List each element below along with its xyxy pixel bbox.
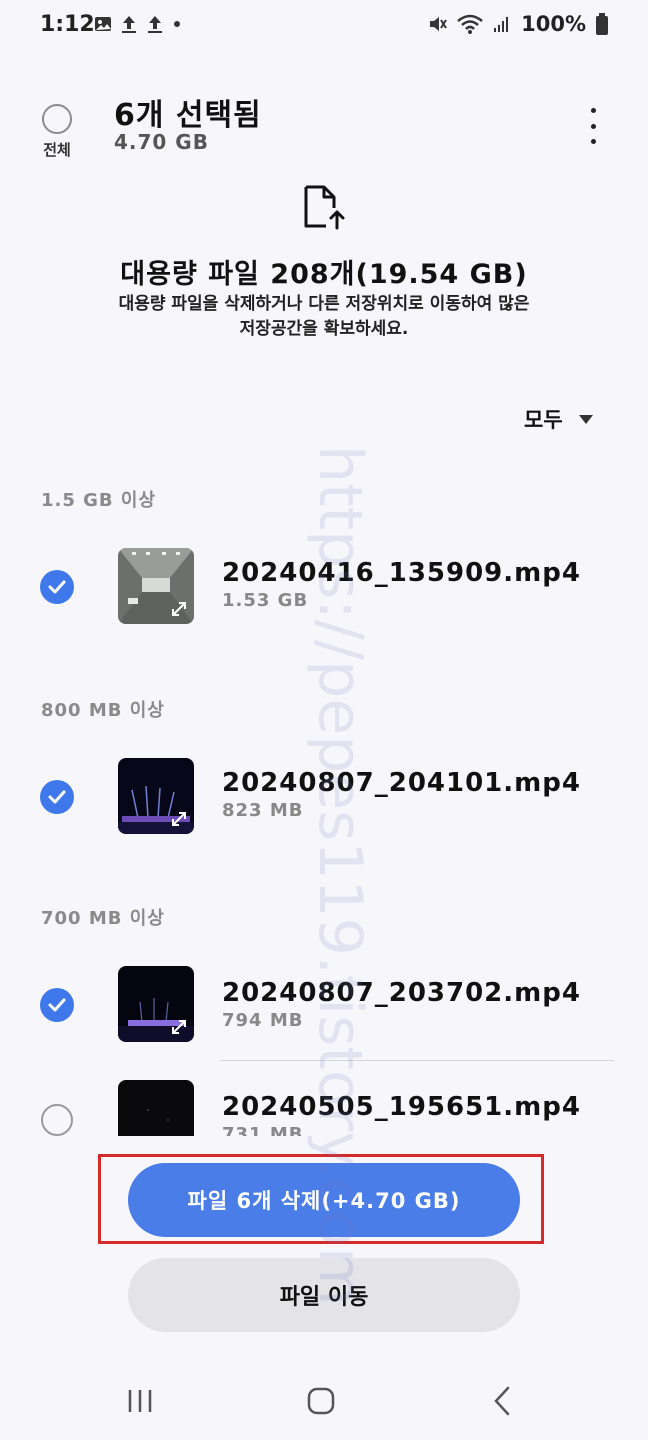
battery-percent: 100% xyxy=(521,12,586,36)
select-all-radio[interactable] xyxy=(42,104,72,134)
back-icon[interactable] xyxy=(492,1386,512,1416)
status-notification-icons xyxy=(94,14,182,34)
expand-icon xyxy=(172,602,186,616)
expand-icon xyxy=(172,812,186,826)
checkmark-icon xyxy=(48,790,66,804)
file-size: 823 MB xyxy=(222,800,304,821)
selection-size: 4.70 GB xyxy=(114,130,209,154)
home-icon[interactable] xyxy=(307,1387,335,1415)
video-thumbnail[interactable] xyxy=(118,966,194,1042)
filter-dropdown[interactable]: 모두 xyxy=(524,404,593,434)
large-files-title: 대용량 파일 208개(19.54 GB) xyxy=(120,259,528,290)
select-all-label: 전체 xyxy=(43,141,71,159)
navigation-bar xyxy=(0,1360,648,1440)
watermark-text: https://pepes119.tistory.com xyxy=(305,445,375,1306)
more-dot-icon xyxy=(590,108,596,113)
file-name: 20240416_135909.mp4 xyxy=(222,558,581,588)
status-bar: 1:12 100% xyxy=(0,0,648,52)
battery-icon xyxy=(596,13,608,35)
mute-vibrate-icon xyxy=(430,17,447,31)
description-line: 대용량 파일을 삭제하거나 다른 저장위치로 이동하여 많은 xyxy=(118,294,530,314)
more-options-button[interactable] xyxy=(578,108,608,144)
group-label: 1.5 GB 이상 xyxy=(41,490,157,511)
video-thumbnail[interactable] xyxy=(118,548,194,624)
row-divider xyxy=(220,1060,614,1061)
status-system-icons: 100% xyxy=(427,12,608,36)
description-line: 저장공간을 확보하세요. xyxy=(239,319,409,339)
file-checkbox-unchecked[interactable] xyxy=(41,1104,73,1136)
upload-icon xyxy=(148,16,162,33)
group-label: 700 MB 이상 xyxy=(41,908,165,929)
file-size: 1.53 GB xyxy=(222,590,309,611)
file-name: 20240807_203702.mp4 xyxy=(222,978,581,1008)
group-label: 800 MB 이상 xyxy=(41,700,165,721)
wifi-icon xyxy=(457,14,483,34)
selection-title: 6개 선택됨 xyxy=(114,98,262,133)
signal-icon xyxy=(494,17,509,32)
checkmark-icon xyxy=(48,580,66,594)
file-size: 794 MB xyxy=(222,1010,304,1031)
gallery-icon xyxy=(95,17,111,31)
large-files-description: 대용량 파일을 삭제하거나 다른 저장위치로 이동하여 많은 저장공간을 확보하… xyxy=(40,292,608,342)
upload-icon xyxy=(122,16,136,33)
file-name: 20240505_195651.mp4 xyxy=(222,1092,581,1122)
dropdown-caret-icon xyxy=(578,414,593,424)
file-checkbox-checked[interactable] xyxy=(40,780,74,814)
video-thumbnail[interactable] xyxy=(118,758,194,834)
expand-icon xyxy=(172,1020,186,1034)
recent-apps-icon[interactable] xyxy=(126,1388,154,1414)
checkmark-icon xyxy=(48,998,66,1012)
select-all-toggle[interactable]: 전체 xyxy=(34,100,80,160)
file-checkbox-checked[interactable] xyxy=(40,988,74,1022)
dot-icon xyxy=(174,21,180,27)
filter-selected-value: 모두 xyxy=(524,408,563,432)
file-upload-icon xyxy=(304,185,345,230)
file-checkbox-checked[interactable] xyxy=(40,570,74,604)
more-dot-icon xyxy=(590,123,596,129)
status-time: 1:12 xyxy=(40,12,95,37)
file-name: 20240807_204101.mp4 xyxy=(222,768,581,798)
more-dot-icon xyxy=(590,139,596,144)
